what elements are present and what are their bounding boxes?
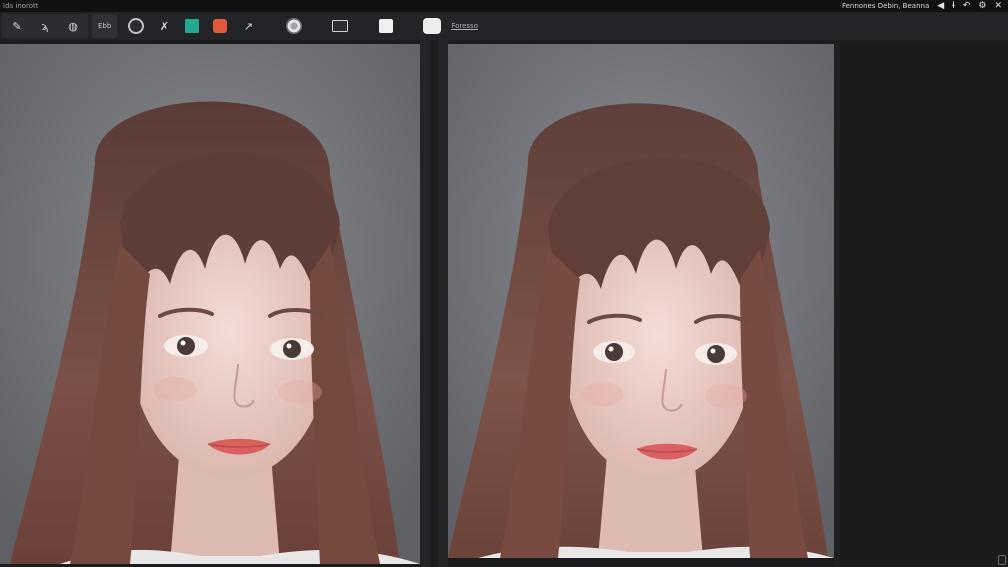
title-right-controls: Fennones Debin, Beanna ◀ Ɨ ↶ ⚙ ✕ (842, 1, 1008, 11)
side-panel (834, 40, 1008, 567)
scan-icon[interactable]: ◍ (64, 17, 82, 35)
left-canvas-panel[interactable] (0, 44, 420, 564)
close-icon[interactable]: ✕ (994, 1, 1002, 11)
toolbar-text-link[interactable]: Foresso (451, 22, 478, 30)
play-back-icon[interactable]: ◀ (937, 1, 944, 11)
title-bar: Ids inorott Fennones Debin, Beanna ◀ Ɨ ↶… (0, 0, 1008, 12)
lens-icon[interactable] (285, 17, 303, 35)
settings-icon[interactable]: ⚙ (978, 1, 986, 11)
main-toolbar: ✎ ϡ ◍ Ebb ✗ ↗ Foresso (0, 12, 1008, 40)
cross-tool-icon[interactable]: ✗ (155, 17, 173, 35)
screen-icon[interactable] (331, 17, 349, 35)
divider-handle[interactable] (430, 40, 438, 567)
side-panel-body (840, 44, 1008, 567)
right-canvas-panel[interactable] (448, 44, 834, 558)
undo-icon[interactable]: ↶ (963, 1, 971, 11)
image-editor-window: Ids inorott Fennones Debin, Beanna ◀ Ɨ ↶… (0, 0, 1008, 567)
brush-icon[interactable]: ✎ (8, 17, 26, 35)
curve-tool-icon[interactable]: ↗ (239, 17, 257, 35)
title-info-text: Fennones Debin, Beanna (841, 2, 930, 10)
smudge-icon[interactable]: ϡ (36, 17, 54, 35)
spiral-icon[interactable] (127, 17, 145, 35)
text-cursor-icon[interactable]: Ɨ (952, 1, 955, 11)
resize-handle-icon[interactable] (998, 555, 1006, 565)
panel-divider[interactable] (420, 40, 448, 567)
portrait-image-result (448, 44, 834, 558)
mode-group: Ebb (92, 14, 118, 38)
tool-group-basic: ✎ ϡ ◍ (2, 14, 88, 38)
portrait-image (0, 44, 420, 564)
mode-label[interactable]: Ebb (98, 22, 111, 30)
tool-group-main: ✗ ↗ Foresso (127, 12, 478, 40)
app-title: Ids inorott (3, 2, 39, 10)
palette-icon[interactable] (211, 17, 229, 35)
teal-swatch-icon[interactable] (183, 17, 201, 35)
bubble-icon[interactable] (423, 17, 442, 35)
card-icon[interactable] (377, 17, 395, 35)
